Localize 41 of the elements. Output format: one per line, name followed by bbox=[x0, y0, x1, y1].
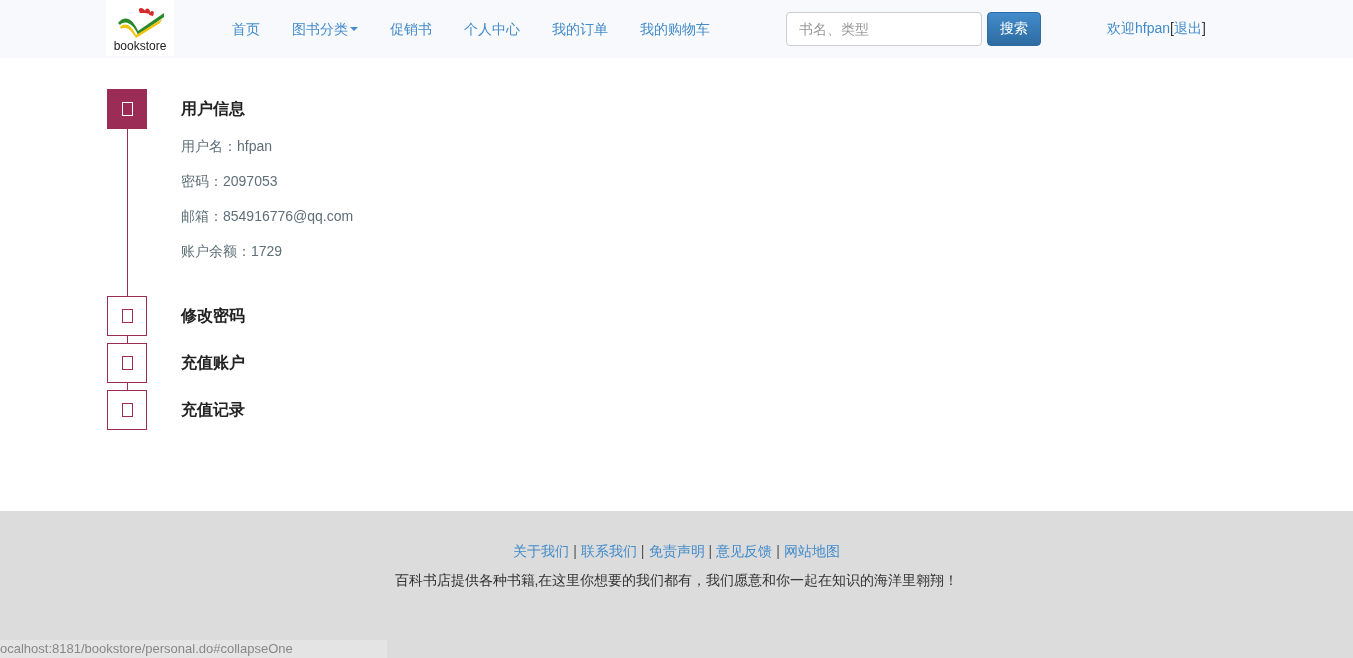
search-button[interactable]: 搜索 bbox=[987, 12, 1041, 46]
logo-text: bookstore bbox=[113, 39, 167, 53]
separator-text: | bbox=[708, 542, 713, 561]
footer-link[interactable]: 网站地图 bbox=[783, 541, 840, 561]
nav-link[interactable]: 促销书 bbox=[374, 19, 448, 39]
separator-text: | bbox=[640, 542, 645, 561]
bookstore-logo[interactable]: bookstore bbox=[106, 0, 174, 56]
section-marker[interactable] bbox=[107, 390, 147, 430]
section-marker[interactable] bbox=[107, 343, 147, 383]
nav-link[interactable]: 我的订单 bbox=[536, 19, 624, 39]
nav-link[interactable]: 首页 bbox=[216, 19, 276, 39]
separator-text: | bbox=[573, 542, 577, 561]
detail-text: 密码：2097053 bbox=[181, 172, 279, 191]
section-title[interactable]: 用户信息 bbox=[181, 89, 354, 129]
nav-link[interactable]: 个人中心 bbox=[448, 19, 536, 39]
welcome-text: 欢迎hfpan bbox=[1107, 20, 1171, 38]
footer-link[interactable]: 免责声明 bbox=[648, 541, 705, 561]
section-marker[interactable] bbox=[107, 89, 147, 129]
detail-text: 邮箱：854916776@qq.com bbox=[181, 207, 354, 226]
nav-link[interactable]: 我的购物车 bbox=[624, 19, 726, 39]
bracket-text: ] bbox=[1201, 20, 1206, 38]
square-icon bbox=[121, 356, 133, 370]
footer-link[interactable]: 关于我们 bbox=[513, 541, 570, 561]
section-title[interactable]: 修改密码 bbox=[181, 296, 245, 336]
tagline-text: 百科书店提供各种书籍,在这里你想要的我们都有，我们愿意和你一起在知识的海洋里翱翔！ bbox=[394, 571, 959, 590]
nav-link[interactable]: 图书分类 bbox=[276, 19, 374, 39]
search-field[interactable]: 书名、类型 bbox=[786, 12, 982, 46]
section-marker[interactable] bbox=[107, 296, 147, 336]
footer-link[interactable]: 联系我们 bbox=[580, 541, 637, 561]
square-icon bbox=[121, 403, 133, 417]
status-bar: ocalhost:8181/bookstore/personal.do#collapseOne bbox=[0, 640, 387, 658]
bracket-text: [ bbox=[1170, 20, 1174, 38]
caret-icon bbox=[350, 27, 358, 31]
square-icon bbox=[121, 309, 133, 323]
detail-text: 用户名：hfpan bbox=[181, 137, 274, 156]
separator-text: | bbox=[776, 542, 780, 561]
section-title[interactable]: 充值记录 bbox=[181, 390, 245, 430]
footer-link[interactable]: 意见反馈 bbox=[716, 541, 773, 561]
square-icon bbox=[121, 102, 133, 116]
section-title[interactable]: 充值账户 bbox=[181, 343, 245, 383]
detail-text: 账户余额：1729 bbox=[181, 242, 284, 261]
